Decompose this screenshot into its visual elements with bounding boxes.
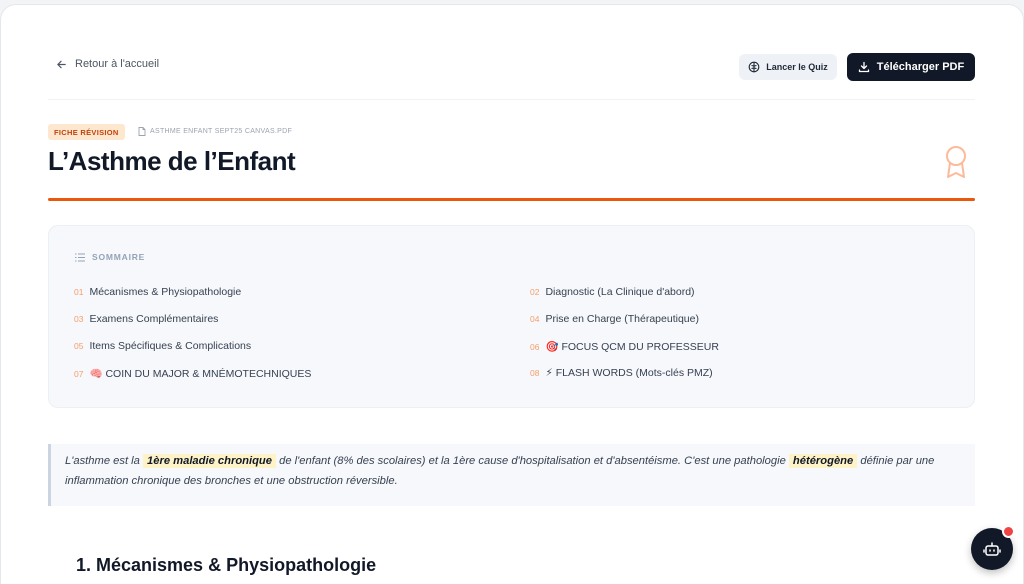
toc-number: 08 <box>530 368 540 378</box>
toc-item-08[interactable]: 08 ⚡ FLASH WORDS (Mots-clés PMZ) <box>530 367 713 379</box>
back-to-home-link[interactable]: Retour à l'accueil <box>56 58 159 70</box>
toc-number: 05 <box>74 341 84 351</box>
toc-item-05[interactable]: 05 Items Spécifiques & Complications <box>74 340 251 352</box>
toc-label: Mécanismes & Physiopathologie <box>89 286 242 298</box>
toc-label: ⚡ FLASH WORDS (Mots-clés PMZ) <box>545 367 713 379</box>
title-underline <box>48 198 975 201</box>
back-link-label: Retour à l'accueil <box>75 58 160 70</box>
summary-heading: SOMMAIRE <box>75 252 145 262</box>
intro-text-part: L'asthme est la <box>65 455 144 467</box>
toc-number: 01 <box>74 287 84 297</box>
toc-number: 03 <box>74 314 84 324</box>
intro-text-part: de l'enfant (8% des scolaires) et la 1èr… <box>276 455 789 467</box>
award-icon <box>946 146 966 178</box>
intro-text: L'asthme est la 1ère maladie chronique d… <box>65 452 980 491</box>
notification-dot <box>1002 525 1015 538</box>
top-divider <box>48 99 975 100</box>
intro-callout: L'asthme est la 1ère maladie chronique d… <box>48 444 975 506</box>
table-of-contents: SOMMAIRE 01 Mécanismes & Physiopathologi… <box>48 225 975 408</box>
download-icon <box>858 61 869 73</box>
bot-icon <box>983 542 1001 556</box>
highlight-heterogeneous: hétérogène <box>788 454 858 468</box>
section-heading-1: 1. Mécanismes & Physiopathologie <box>76 555 377 575</box>
arrow-left-icon <box>57 60 66 68</box>
start-quiz-button[interactable]: Lancer le Quiz <box>739 54 837 80</box>
toc-item-01[interactable]: 01 Mécanismes & Physiopathologie <box>74 286 241 298</box>
list-icon <box>75 253 85 261</box>
toc-label: Items Spécifiques & Complications <box>89 340 252 352</box>
download-pdf-label: Télécharger PDF <box>876 61 965 73</box>
toc-number: 02 <box>530 287 540 297</box>
toc-item-02[interactable]: 02 Diagnostic (La Clinique d'abord) <box>530 286 695 298</box>
source-file: ASTHME ENFANT SEPT25 CANVAS.PDF <box>138 127 292 136</box>
toc-label: 🎯 FOCUS QCM DU PROFESSEUR <box>545 341 719 353</box>
download-pdf-button[interactable]: Télécharger PDF <box>847 53 975 81</box>
source-file-name: ASTHME ENFANT SEPT25 CANVAS.PDF <box>150 128 293 135</box>
toc-item-06[interactable]: 06 🎯 FOCUS QCM DU PROFESSEUR <box>530 340 719 353</box>
page-title: L’Asthme de l’Enfant <box>48 146 296 176</box>
brain-icon <box>748 61 760 73</box>
highlight-chronic-disease: 1ère maladie chronique <box>143 454 276 468</box>
toc-label: 🧠 COIN DU MAJOR & MNÉMOTECHNIQUES <box>89 368 312 380</box>
summary-title: SOMMAIRE <box>92 252 146 262</box>
top-bar: Retour à l'accueil Lancer le Quiz Téléch… <box>48 48 975 86</box>
toc-label: Diagnostic (La Clinique d'abord) <box>545 286 695 298</box>
toc-label: Examens Complémentaires <box>89 313 219 325</box>
toc-item-04[interactable]: 04 Prise en Charge (Thérapeutique) <box>530 313 699 325</box>
revision-badge: FICHE RÉVISION <box>48 124 125 140</box>
toc-number: 07 <box>74 368 84 379</box>
toc-number: 04 <box>530 314 540 324</box>
toc-item-07[interactable]: 07 🧠 COIN DU MAJOR & MNÉMOTECHNIQUES <box>74 367 311 380</box>
start-quiz-label: Lancer le Quiz <box>766 62 828 72</box>
toc-number: 06 <box>530 341 540 352</box>
file-icon <box>138 127 146 136</box>
toc-item-03[interactable]: 03 Examens Complémentaires <box>74 313 218 325</box>
toc-label: Prise en Charge (Thérapeutique) <box>545 313 699 325</box>
